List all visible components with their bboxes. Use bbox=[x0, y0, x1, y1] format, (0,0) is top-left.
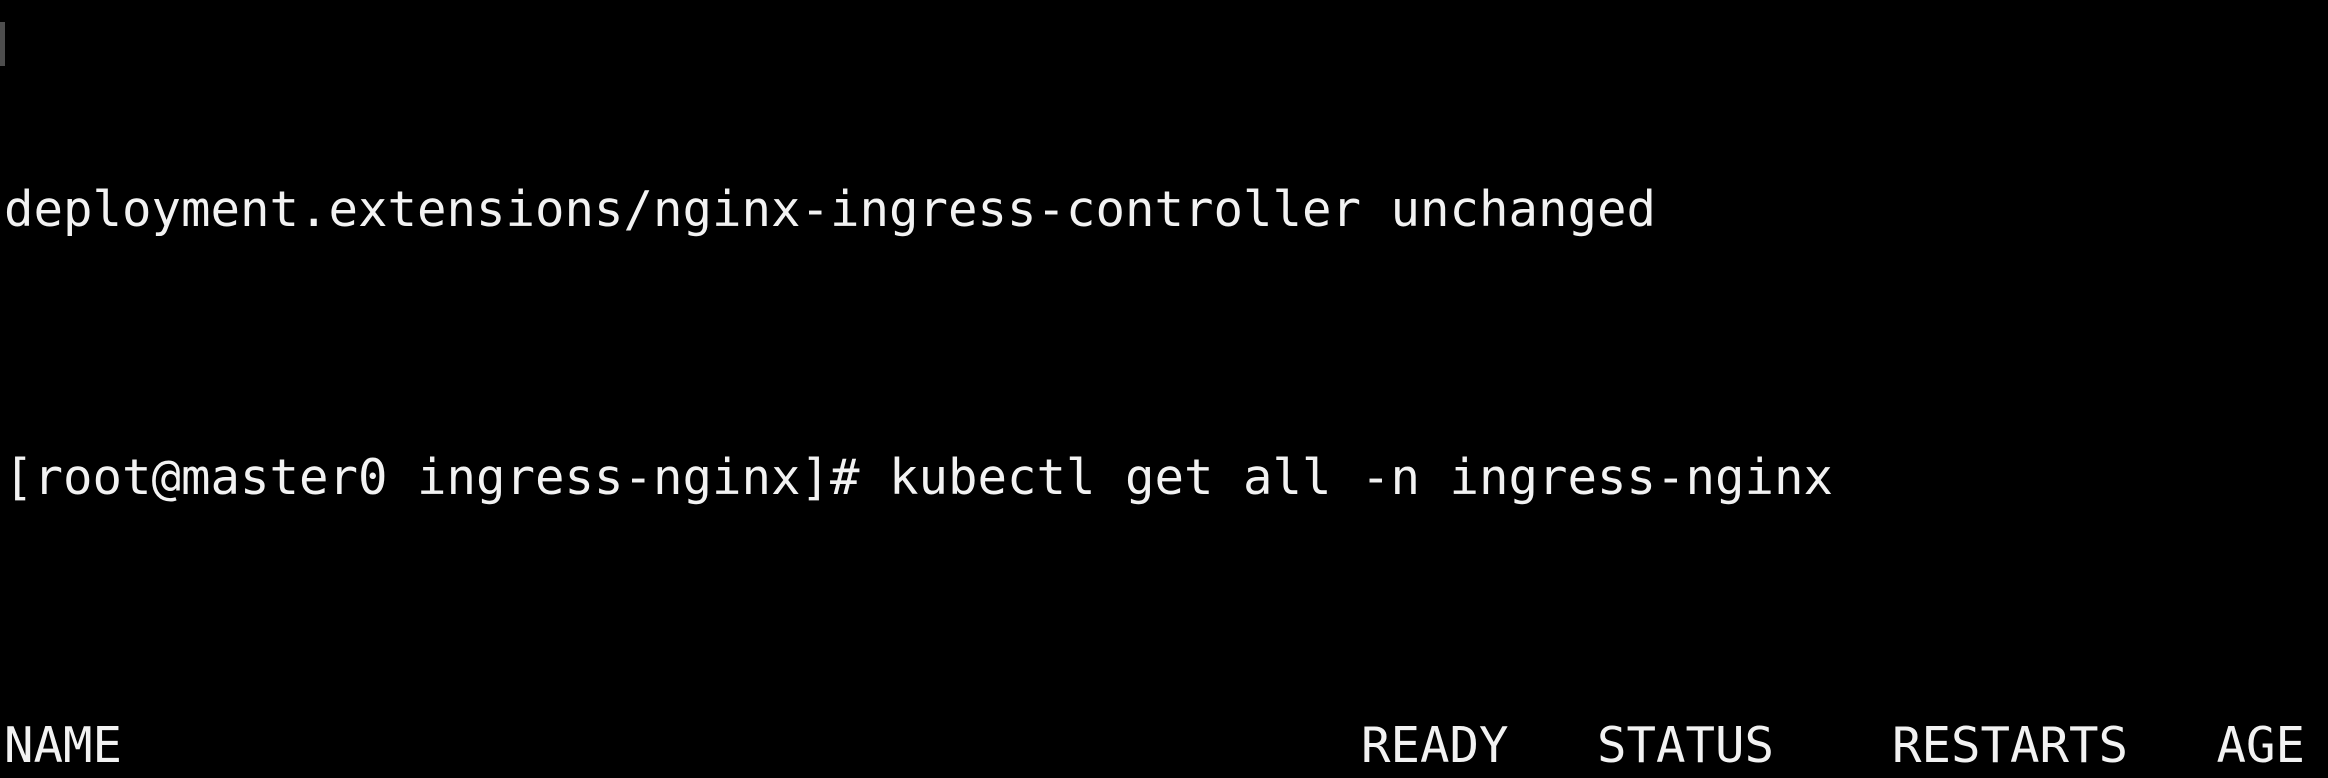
terminal-window[interactable]: deployment.extensions/nginx-ingress-cont… bbox=[0, 0, 2328, 778]
terminal-output-buffer: deployment.extensions/nginx-ingress-cont… bbox=[4, 0, 2328, 778]
previous-command-output-line: deployment.extensions/nginx-ingress-cont… bbox=[4, 181, 1657, 238]
shell-prompt-line[interactable]: [root@master0 ingress-nginx]# kubectl ge… bbox=[4, 444, 2328, 511]
pods-header-row: NAME READY STATUS RESTARTS AGE bbox=[4, 717, 2306, 774]
